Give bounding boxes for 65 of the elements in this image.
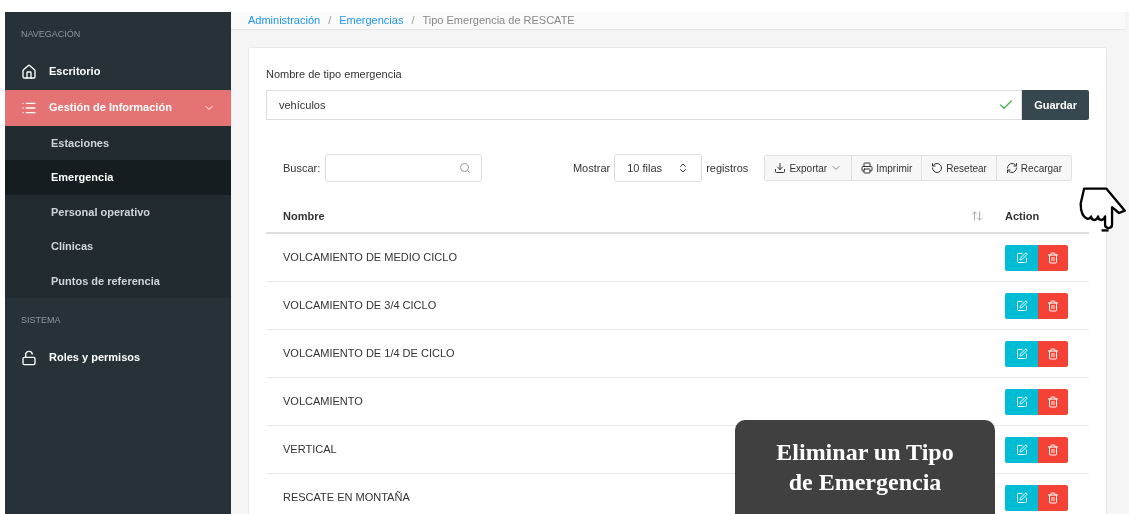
trash-icon: [1047, 299, 1059, 312]
edit-icon: [1015, 491, 1028, 504]
search-field[interactable]: [325, 154, 483, 182]
column-header[interactable]: Nombre: [283, 207, 971, 225]
delete-button[interactable]: [1038, 436, 1068, 463]
trash-icon: [1047, 443, 1059, 456]
edit-button[interactable]: [1005, 244, 1038, 271]
nav-subitem[interactable]: Puntos de referencia: [5, 263, 231, 298]
nav-subitem[interactable]: Clínicas: [5, 229, 231, 264]
trash-icon: [1047, 347, 1059, 360]
rows-select[interactable]: 10 filas: [614, 154, 703, 182]
edit-button[interactable]: [1005, 292, 1038, 319]
edit-icon: [1015, 299, 1028, 312]
toolbar-button[interactable]: Imprimir: [851, 156, 922, 180]
home-icon: [21, 63, 37, 80]
printer-icon: [861, 162, 874, 174]
edit-button[interactable]: [1005, 484, 1038, 511]
edit-button[interactable]: [1005, 340, 1038, 367]
toolbar-button[interactable]: Resetear: [921, 156, 996, 180]
table-cell-text: VOLCAMIENTO DE 1/4 DE CICLO: [283, 346, 455, 362]
breadcrumb-current: Tipo Emergencia de RESCATE: [422, 13, 575, 28]
nav-subitem[interactable]: Emergencia: [5, 160, 231, 195]
records-label: registros: [706, 160, 749, 176]
name-input[interactable]: vehículos: [266, 90, 1023, 120]
table-cell-text: VOLCAMIENTO: [283, 394, 363, 410]
table-cell-text: RESCATE EN MONTAÑA: [283, 490, 410, 506]
edit-button[interactable]: [1005, 436, 1038, 463]
show-label: Mostrar: [572, 160, 611, 176]
search-label: Buscar:: [283, 160, 321, 176]
breadcrumb-separator: /: [328, 13, 332, 28]
delete-button[interactable]: [1038, 388, 1068, 415]
toolbar-button[interactable]: Recargar: [995, 156, 1071, 180]
table-cell-text: VERTICAL: [283, 442, 337, 458]
nav-item[interactable]: Escritorio: [5, 53, 231, 90]
undo-icon: [931, 162, 944, 174]
search-icon: [459, 162, 472, 174]
trash-icon: [1047, 491, 1059, 504]
download-icon: [774, 162, 787, 174]
trash-icon: [1047, 395, 1059, 408]
delete-button[interactable]: [1038, 292, 1068, 319]
field-label: Nombre de tipo emergencia: [266, 66, 403, 82]
trash-icon: [1047, 251, 1059, 264]
delete-button[interactable]: [1038, 484, 1068, 511]
toolbar-button[interactable]: Exportar: [765, 156, 852, 180]
save-button[interactable]: Guardar: [1022, 90, 1089, 120]
nav-subitem[interactable]: Estaciones: [5, 125, 231, 160]
padlock-icon: [21, 349, 37, 366]
edit-button[interactable]: [1005, 388, 1038, 415]
sort-icon[interactable]: [971, 210, 983, 222]
caption-banner: Eliminar un Tipo de Emergencia: [735, 420, 995, 514]
table-cell-text: VOLCAMIENTO DE 3/4 CICLO: [283, 298, 437, 314]
edit-icon: [1015, 347, 1028, 360]
table-cell-text: VOLCAMIENTO DE MEDIO CICLO: [283, 250, 457, 266]
edit-icon: [1015, 251, 1028, 264]
nav-item[interactable]: Roles y permisos: [5, 339, 231, 376]
nav-subitem[interactable]: Personal operativo: [5, 194, 231, 229]
refresh-icon: [1005, 162, 1018, 174]
section-heading: SISTEMA: [20, 314, 62, 327]
edit-icon: [1015, 395, 1028, 408]
section-heading: NAVEGACIÓN: [20, 28, 82, 41]
column-header: Action: [1005, 208, 1041, 224]
delete-button[interactable]: [1038, 340, 1068, 367]
delete-button[interactable]: [1038, 244, 1068, 271]
edit-icon: [1015, 443, 1028, 456]
breadcrumb-separator: /: [411, 13, 415, 28]
